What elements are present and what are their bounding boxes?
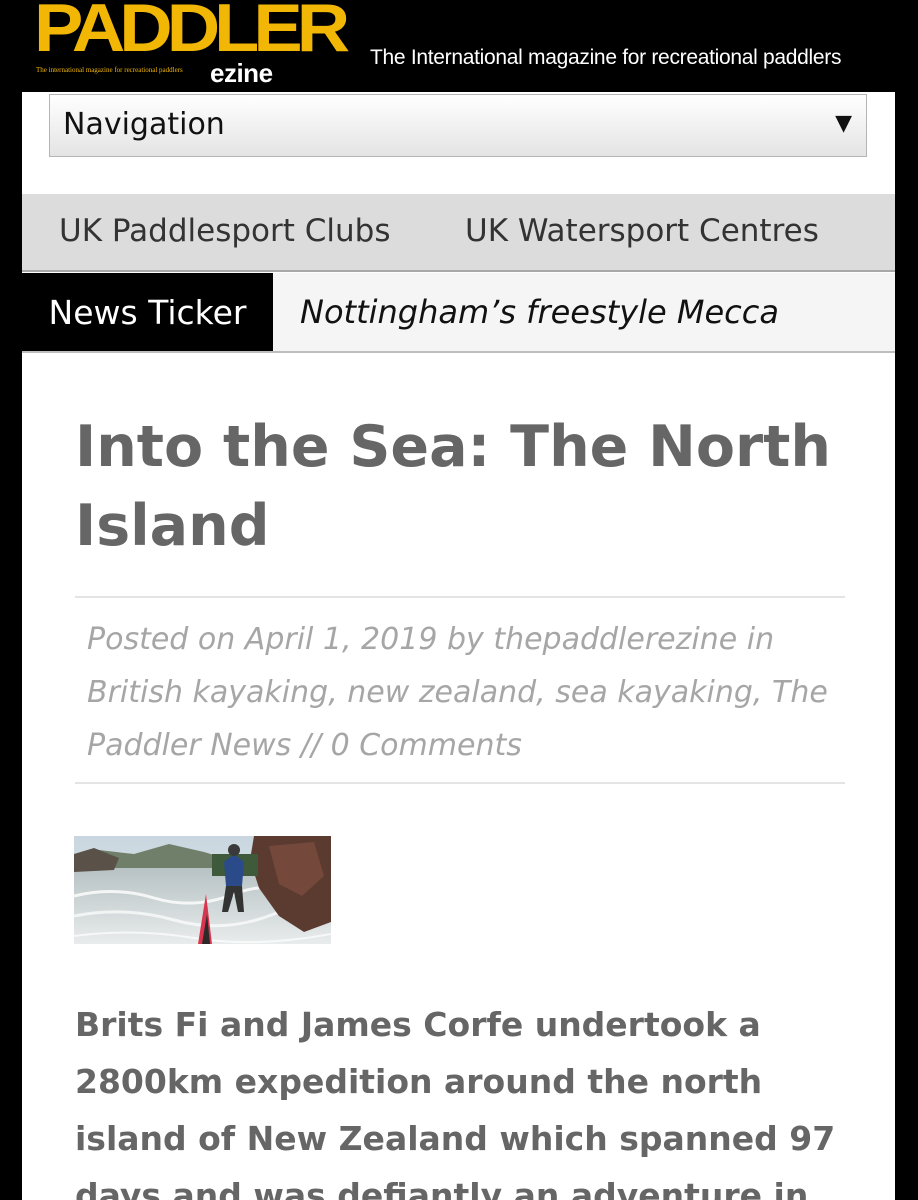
- navigation-label: Navigation: [63, 107, 225, 142]
- category-link[interactable]: sea kayaking: [555, 675, 753, 710]
- category-link[interactable]: British kayaking: [87, 675, 328, 710]
- meta-separator: //: [300, 728, 322, 763]
- header-tagline: The International magazine for recreatio…: [370, 46, 842, 69]
- logo-tagline: The international magazine for recreatio…: [36, 66, 183, 74]
- menu-item-uk-watersport-centres[interactable]: UK Watersport Centres: [465, 213, 819, 249]
- article-lead: Brits Fi and James Corfe undertook a 280…: [75, 1005, 836, 1200]
- news-ticker: News Ticker Nottingham’s freestyle Mecca: [22, 273, 895, 353]
- divider: [75, 596, 845, 598]
- meta-by: by: [446, 622, 484, 657]
- article-title: Into the Sea: The North Island: [75, 414, 831, 559]
- site-header: PADDLER The international magazine for r…: [22, 0, 895, 92]
- menu-bar: UK Paddlesport Clubs UK Watersport Centr…: [22, 194, 895, 272]
- comments-link[interactable]: 0 Comments: [331, 728, 522, 763]
- news-ticker-label: News Ticker: [22, 273, 273, 351]
- post-date-link[interactable]: April 1, 2019: [245, 622, 438, 657]
- category-link[interactable]: new zealand: [347, 675, 536, 710]
- logo-wordmark: PADDLER: [34, 0, 350, 66]
- triangle-down-icon: ▼: [835, 111, 852, 136]
- logo-ezine: ezine: [210, 58, 273, 88]
- navigation-select[interactable]: Navigation ▼: [49, 94, 867, 157]
- page: PADDLER The international magazine for r…: [22, 0, 895, 1200]
- post-meta: Posted on April 1, 2019 by thepaddlerezi…: [87, 622, 828, 763]
- meta-in: in: [746, 622, 775, 657]
- news-ticker-headline[interactable]: Nottingham’s freestyle Mecca: [300, 293, 779, 331]
- menu-item-uk-paddlesport-clubs[interactable]: UK Paddlesport Clubs: [59, 213, 391, 249]
- site-logo[interactable]: PADDLER The international magazine for r…: [34, 0, 350, 92]
- meta-posted-on: Posted on: [87, 622, 236, 657]
- divider: [75, 782, 845, 784]
- author-link[interactable]: thepaddlerezine: [493, 622, 737, 657]
- article-thumbnail[interactable]: [74, 836, 331, 944]
